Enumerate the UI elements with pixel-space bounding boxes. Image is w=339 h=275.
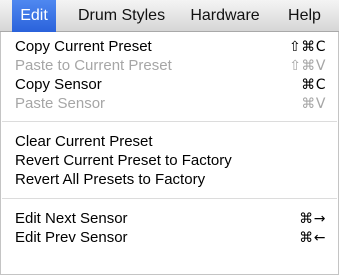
menu-item-copy-sensor[interactable]: Copy Sensor ⌘C: [1, 76, 338, 94]
menu-item-revert-all-presets[interactable]: Revert All Presets to Factory: [1, 171, 338, 189]
menu-item-shortcut: ⌘C: [301, 77, 326, 93]
menu-item-label: Edit Prev Sensor: [15, 229, 128, 246]
menu-item-edit-prev-sensor[interactable]: Edit Prev Sensor ⌘←: [1, 229, 338, 247]
menu-drum-styles[interactable]: Drum Styles: [70, 0, 173, 32]
menu-item-label: Clear Current Preset: [15, 133, 153, 150]
menu-item-shortcut: ⌘←: [299, 230, 326, 246]
menu-separator: [2, 121, 337, 122]
menu-item-edit-next-sensor[interactable]: Edit Next Sensor ⌘→: [1, 210, 338, 228]
menu-item-revert-current-preset[interactable]: Revert Current Preset to Factory: [1, 152, 338, 170]
menu-item-shortcut: ⇧⌘C: [288, 39, 326, 55]
menu-item-label: Copy Sensor: [15, 76, 102, 93]
menu-edit[interactable]: Edit: [12, 0, 56, 32]
menu-item-paste-sensor: Paste Sensor ⌘V: [1, 95, 338, 113]
menu-bar: Edit Drum Styles Hardware Help: [0, 0, 339, 32]
menu-item-shortcut: ⇧⌘V: [289, 58, 326, 74]
menu-separator: [2, 198, 337, 199]
menu-hardware[interactable]: Hardware: [184, 0, 266, 32]
menu-item-label: Paste Sensor: [15, 95, 106, 112]
menu-item-clear-current-preset[interactable]: Clear Current Preset: [1, 133, 338, 151]
edit-menu-dropdown: Copy Current Preset ⇧⌘C Paste to Current…: [0, 32, 339, 275]
menu-item-label: Copy Current Preset: [15, 38, 152, 55]
menu-item-label: Revert Current Preset to Factory: [15, 152, 232, 169]
menu-item-shortcut: ⌘V: [301, 96, 326, 112]
menu-item-label: Paste to Current Preset: [15, 57, 172, 74]
menu-item-label: Revert All Presets to Factory: [15, 171, 206, 188]
menu-item-label: Edit Next Sensor: [15, 210, 128, 227]
menu-help[interactable]: Help: [280, 0, 329, 32]
menu-item-shortcut: ⌘→: [299, 211, 326, 227]
menu-item-paste-to-current-preset: Paste to Current Preset ⇧⌘V: [1, 57, 338, 75]
menu-item-copy-current-preset[interactable]: Copy Current Preset ⇧⌘C: [1, 38, 338, 56]
